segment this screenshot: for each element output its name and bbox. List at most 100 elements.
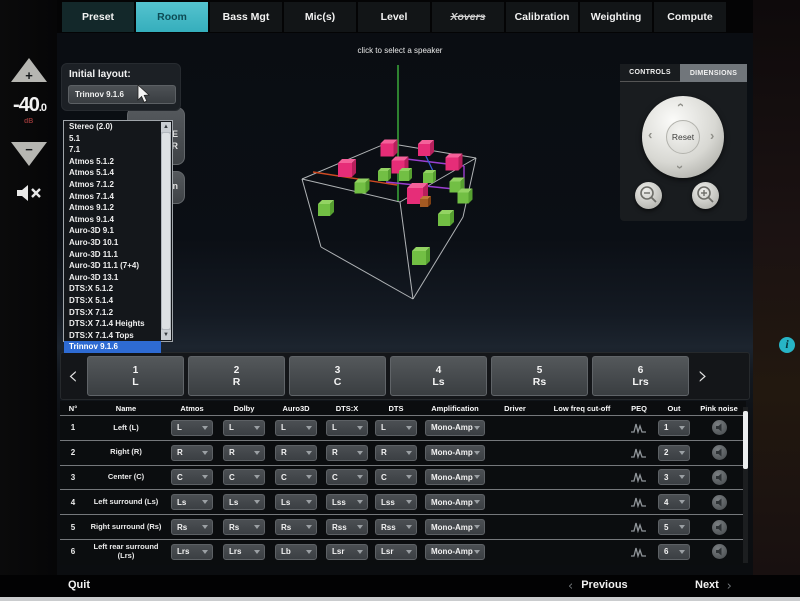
pink-noise-button[interactable] [712, 544, 727, 559]
layout-option[interactable]: Auro-3D 13.1 [64, 272, 161, 284]
layout-option[interactable]: Atmos 9.1.4 [64, 214, 161, 226]
dolby-select[interactable]: C [223, 469, 265, 485]
strip-prev-icon[interactable]: ‹ [61, 356, 85, 396]
tab-weighting[interactable]: Weighting [580, 2, 652, 32]
tab-controls[interactable]: CONTROLS [620, 64, 680, 82]
tab-compute[interactable]: Compute [654, 2, 726, 32]
layout-option[interactable]: Stereo (2.0) [64, 121, 161, 133]
layout-option[interactable]: DTS:X 7.1.4 Tops [64, 330, 161, 342]
dts-select[interactable]: Rss [375, 519, 417, 535]
dolby-select[interactable]: R [223, 445, 265, 461]
out-select[interactable]: 1 [658, 420, 690, 436]
layout-option[interactable]: DTS:X 7.1.2 [64, 307, 161, 319]
atmos-select[interactable]: Rs [171, 519, 213, 535]
tab-mics[interactable]: Mic(s) [284, 2, 356, 32]
atmos-select[interactable]: Ls [171, 494, 213, 510]
peq-button[interactable] [624, 447, 654, 459]
channel-button-1[interactable]: 1 L [87, 356, 184, 396]
dtsx-select[interactable]: Rss [326, 519, 368, 535]
amplification-select[interactable]: Mono-Amp [425, 445, 485, 461]
dts-select[interactable]: L [375, 420, 417, 436]
volume-up-button[interactable]: + [11, 58, 47, 82]
tab-level[interactable]: Level [358, 2, 430, 32]
dts-select[interactable]: Lss [375, 494, 417, 510]
layout-option[interactable]: Atmos 7.1.4 [64, 191, 161, 203]
scrollbar-thumb[interactable] [162, 133, 170, 329]
dtsx-select[interactable]: C [326, 469, 368, 485]
atmos-select[interactable]: C [171, 469, 213, 485]
out-select[interactable]: 5 [658, 519, 690, 535]
peq-button[interactable] [624, 546, 654, 558]
out-select[interactable]: 4 [658, 494, 690, 510]
dts-select[interactable]: C [375, 469, 417, 485]
out-select[interactable]: 6 [658, 544, 690, 560]
peq-icon[interactable] [631, 422, 647, 434]
info-icon[interactable]: i [779, 337, 795, 353]
layout-option[interactable]: Auro-3D 11.1 [64, 249, 161, 261]
layout-option-selected[interactable]: Trinnov 9.1.6 [64, 341, 161, 353]
peq-button[interactable] [624, 521, 654, 533]
dtsx-select[interactable]: Lss [326, 494, 368, 510]
auro3d-select[interactable]: Lb [275, 544, 317, 560]
peq-button[interactable] [624, 471, 654, 483]
peq-button[interactable] [624, 422, 654, 434]
auro3d-select[interactable]: R [275, 445, 317, 461]
peq-icon[interactable] [631, 496, 647, 508]
auro3d-select[interactable]: Rs [275, 519, 317, 535]
tab-dimensions[interactable]: DIMENSIONS [680, 64, 747, 82]
layout-option[interactable]: Auro-3D 11.1 (7+4) [64, 260, 161, 272]
tab-room[interactable]: Room [136, 2, 208, 32]
next-button[interactable]: Next › [695, 579, 732, 594]
list-scrollbar[interactable]: ▲ ▼ [161, 122, 171, 340]
dolby-select[interactable]: Rs [223, 519, 265, 535]
layout-option[interactable]: DTS:X 5.1.4 [64, 295, 161, 307]
peq-icon[interactable] [631, 521, 647, 533]
reset-button[interactable]: Reset [666, 120, 700, 154]
quit-button[interactable]: Quit [68, 579, 90, 591]
tab-preset[interactable]: Preset [62, 2, 134, 32]
layout-option[interactable]: Atmos 9.1.2 [64, 202, 161, 214]
auro3d-select[interactable]: Ls [275, 494, 317, 510]
tab-bass-mgt[interactable]: Bass Mgt [210, 2, 282, 32]
volume-down-button[interactable]: − [11, 142, 47, 166]
dolby-select[interactable]: Lrs [223, 544, 265, 560]
layout-option[interactable]: Atmos 7.1.2 [64, 179, 161, 191]
chevron-up-icon[interactable]: › [675, 103, 685, 107]
dts-select[interactable]: Lsr [375, 544, 417, 560]
pink-noise-button[interactable] [712, 470, 727, 485]
table-scrollbar[interactable] [743, 407, 748, 563]
initial-layout-select[interactable]: Trinnov 9.1.6 [68, 85, 176, 104]
amplification-select[interactable]: Mono-Amp [425, 544, 485, 560]
auro3d-select[interactable]: C [275, 469, 317, 485]
pink-noise-button[interactable] [712, 495, 727, 510]
scroll-down-icon[interactable]: ▼ [161, 330, 171, 340]
layout-option[interactable]: Atmos 5.1.4 [64, 167, 161, 179]
pink-noise-button[interactable] [712, 445, 727, 460]
layout-option[interactable]: 5.1 [64, 133, 161, 145]
table-scrollbar-thumb[interactable] [743, 411, 748, 469]
amplification-select[interactable]: Mono-Amp [425, 494, 485, 510]
channel-button-5[interactable]: 5 Rs [491, 356, 588, 396]
channel-button-3[interactable]: 3 C [289, 356, 386, 396]
auro3d-select[interactable]: L [275, 420, 317, 436]
dts-select[interactable]: R [375, 445, 417, 461]
chevron-down-icon[interactable]: › [675, 165, 685, 169]
peq-icon[interactable] [631, 471, 647, 483]
previous-button[interactable]: ‹ Previous [568, 579, 628, 594]
layout-option[interactable]: Auro-3D 9.1 [64, 225, 161, 237]
out-select[interactable]: 3 [658, 469, 690, 485]
layout-option[interactable]: DTS:X 5.1.2 [64, 283, 161, 295]
layout-option[interactable]: 7.1 [64, 144, 161, 156]
channel-button-6[interactable]: 6 Lrs [592, 356, 689, 396]
amplification-select[interactable]: Mono-Amp [425, 519, 485, 535]
peq-icon[interactable] [631, 546, 647, 558]
atmos-select[interactable]: Lrs [171, 544, 213, 560]
amplification-select[interactable]: Mono-Amp [425, 469, 485, 485]
channel-button-4[interactable]: 4 Ls [390, 356, 487, 396]
tab-calibration[interactable]: Calibration [506, 2, 578, 32]
pink-noise-button[interactable] [712, 420, 727, 435]
dtsx-select[interactable]: Lsr [326, 544, 368, 560]
chevron-left-icon[interactable]: › [648, 131, 652, 141]
peq-icon[interactable] [631, 447, 647, 459]
dolby-select[interactable]: L [223, 420, 265, 436]
